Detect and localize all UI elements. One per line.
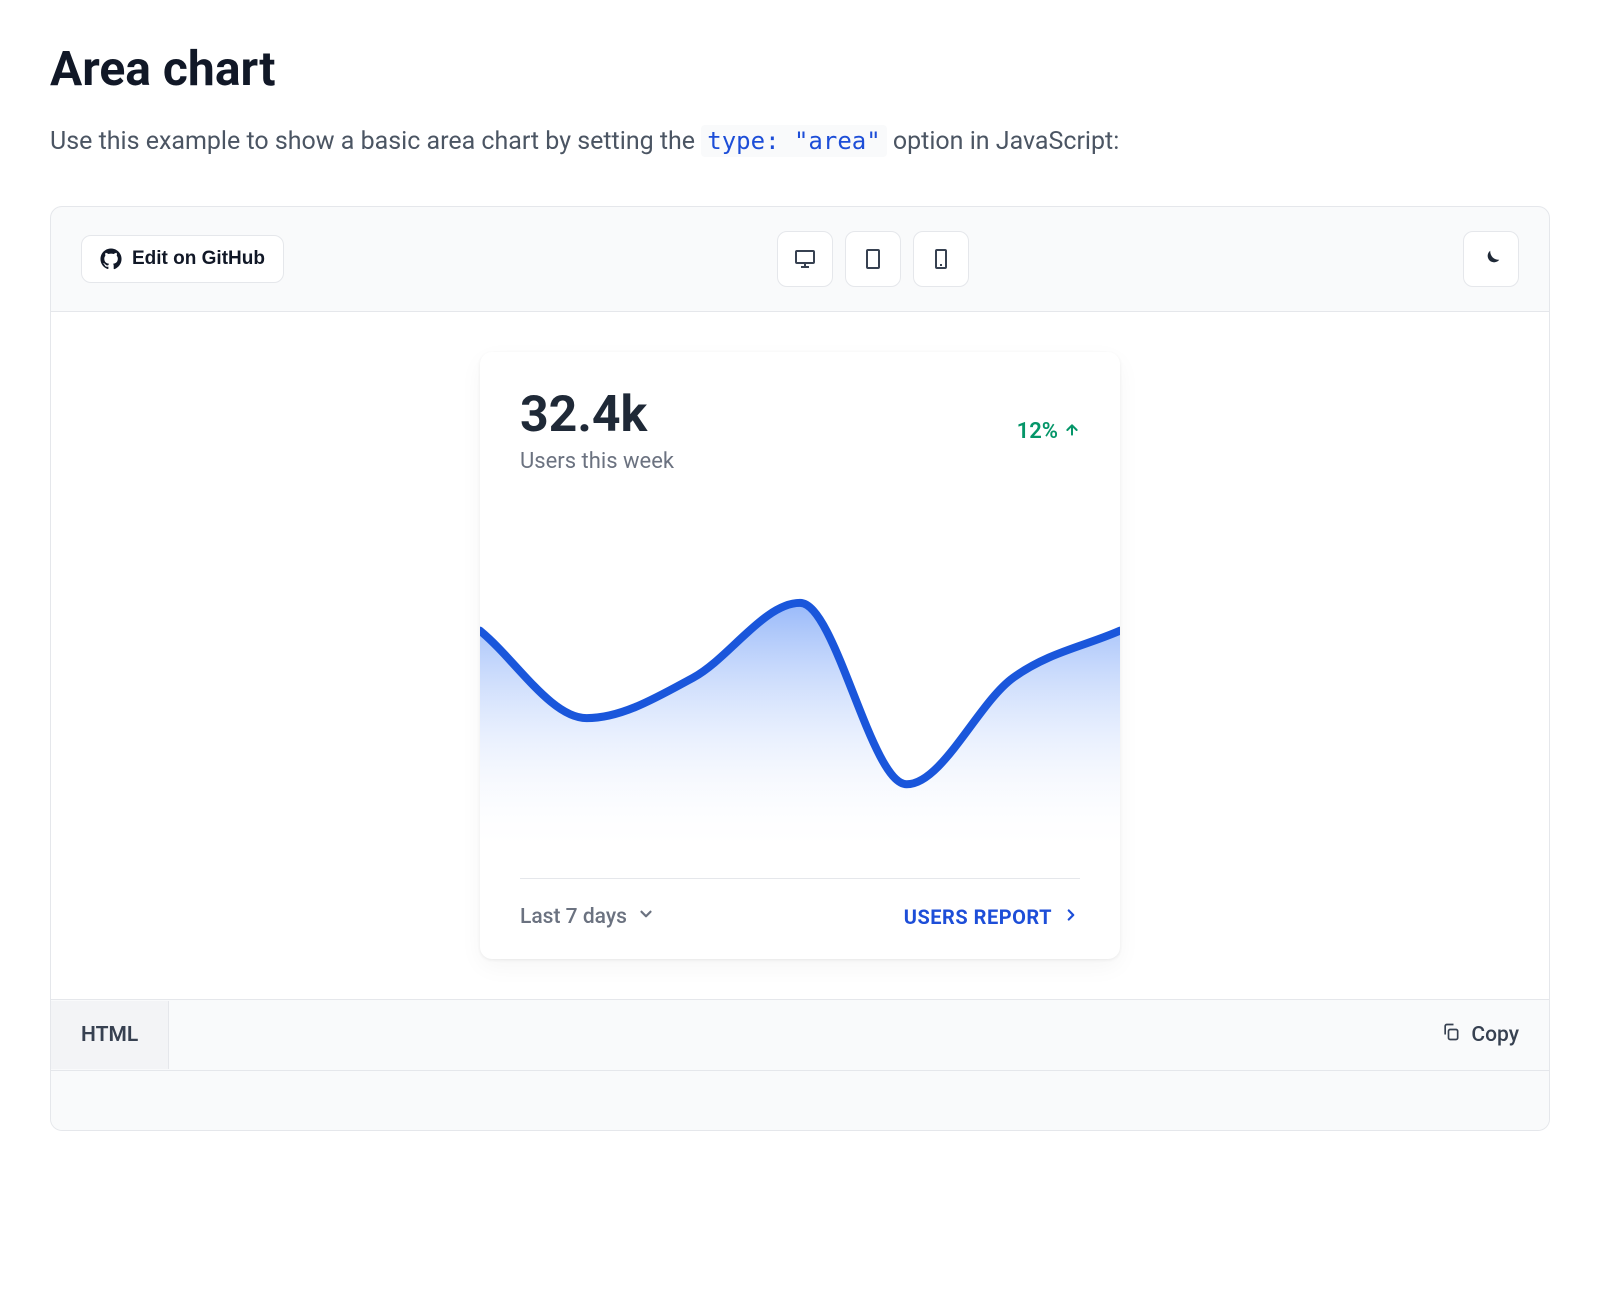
arrow-up-icon (1064, 419, 1080, 444)
chevron-down-icon (637, 905, 655, 929)
area-chart (480, 514, 1120, 854)
clipboard-icon (1441, 1022, 1461, 1048)
desktop-icon (793, 247, 817, 271)
dropdown-label: Last 7 days (520, 905, 627, 929)
example-frame: Edit on GitHub (50, 206, 1550, 1131)
copy-button[interactable]: Copy (1411, 1000, 1549, 1070)
description-pre: Use this example to show a basic area ch… (50, 127, 701, 156)
stats-card: 32.4k Users this week 12% (480, 352, 1120, 959)
dark-mode-toggle[interactable] (1463, 231, 1519, 287)
date-range-dropdown[interactable]: Last 7 days (520, 905, 655, 929)
tablet-icon (861, 247, 885, 271)
metric-label: Users this week (520, 449, 674, 474)
inline-code: type: "area" (701, 125, 886, 157)
edit-on-github-label: Edit on GitHub (132, 248, 265, 270)
code-block (51, 1070, 1549, 1130)
code-tab-html[interactable]: HTML (51, 1001, 169, 1069)
github-icon (100, 248, 122, 270)
preview-area: 32.4k Users this week 12% (51, 312, 1549, 999)
report-link-label: USERS REPORT (904, 905, 1052, 929)
section-description: Use this example to show a basic area ch… (50, 127, 1550, 156)
viewport-mobile-button[interactable] (913, 231, 969, 287)
viewport-tablet-button[interactable] (845, 231, 901, 287)
edit-on-github-button[interactable]: Edit on GitHub (81, 235, 284, 283)
mobile-icon (929, 247, 953, 271)
users-report-link[interactable]: USERS REPORT (904, 905, 1080, 929)
moon-icon (1480, 248, 1502, 270)
metric-value: 32.4k (520, 388, 674, 443)
code-tab-bar: HTML Copy (51, 999, 1549, 1070)
section-title: Area chart (50, 40, 1550, 97)
copy-label: Copy (1471, 1023, 1519, 1047)
viewport-desktop-button[interactable] (777, 231, 833, 287)
delta-badge: 12% (1017, 419, 1080, 444)
delta-value: 12% (1017, 419, 1058, 444)
description-post: option in JavaScript: (893, 127, 1119, 156)
chevron-right-icon (1062, 905, 1080, 929)
example-toolbar: Edit on GitHub (51, 207, 1549, 312)
